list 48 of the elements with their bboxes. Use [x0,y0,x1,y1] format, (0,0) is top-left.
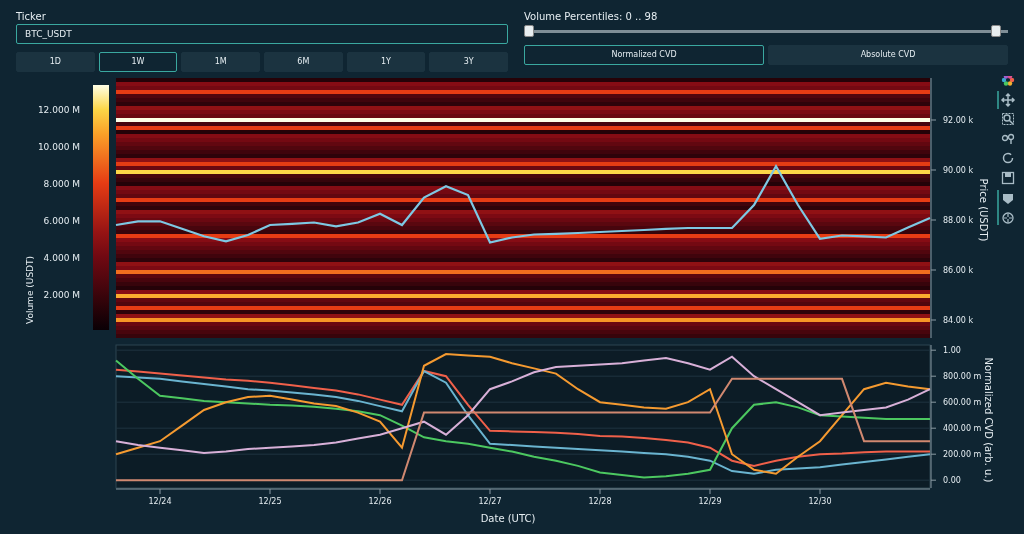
zoom-in-out-icon[interactable] [1001,133,1015,145]
cvd-tick-label: 1.00 [943,346,961,356]
price-axis-title: Price (USDT) [978,178,989,242]
price-tick-label: 92.00 k [943,116,974,125]
colorbar-tick-label: 4.000 M [43,253,80,263]
price-tick-label: 88.00 k [943,216,974,225]
save-icon[interactable] [1001,171,1015,185]
date-tick-label: 12/24 [148,497,172,506]
colorbar-title: Volume (USDT) [25,255,35,325]
date-tick-label: 12/30 [808,497,832,506]
slider-label: Volume Percentiles: 0 .. 98 [524,10,659,24]
ticker-input[interactable]: BTC_USDT [16,24,508,44]
cvd-tick-label: 600.00 m [943,398,982,408]
zoom-icon[interactable] [1002,113,1014,125]
move-icon[interactable] [1000,92,1016,108]
colorbar-tick-label: 6.000 M [43,216,80,226]
date-tick-label: 12/28 [588,497,612,506]
cvd-mode-tab[interactable]: Absolute CVD [768,45,1008,65]
reset-icon[interactable] [1002,152,1014,164]
date-tick-label: 12/25 [258,497,282,506]
cvd-tick-label: 200.00 m [943,450,982,460]
date-tick-label: 12/26 [368,497,392,506]
price-tick-label: 86.00 k [943,266,974,275]
colorbar-tick-label: 10.000 M [37,142,80,152]
date-tick-label: 12/29 [698,497,722,506]
crosshair-icon[interactable] [1002,212,1014,224]
cvd-axis-title: Normalized CVD (arb. u.) [983,357,994,483]
cvd-tick-label: 0.00 [943,476,961,486]
date-axis-title: Date (UTC) [480,513,536,524]
period-tab[interactable]: 1D [16,52,95,72]
period-tab[interactable]: 1W [98,52,178,72]
cvd-mode-tab[interactable]: Normalized CVD [524,45,764,65]
colorbar-tick-label: 12.000 M [37,105,80,115]
colorbar-tick-label: 2.000 M [43,290,80,300]
slider-thumb[interactable] [524,25,534,37]
colorbar-tick-label: 8.000 M [43,179,80,189]
ticker-label: Ticker [16,10,47,24]
period-tab[interactable]: 1Y [346,52,426,72]
slider-thumb[interactable] [990,25,1001,37]
shield-icon[interactable] [1003,194,1013,204]
cvd-tick-label: 800.00 m [943,372,982,382]
price-tick-label: 90.00 k [943,166,974,175]
cvd-tick-label: 400.00 m [943,424,982,434]
period-tab[interactable]: 6M [264,52,343,72]
period-tab[interactable]: 3Y [429,52,509,72]
date-tick-label: 12/27 [478,497,502,506]
price-tick-label: 84.00 k [943,316,974,325]
period-tab[interactable]: 1M [181,52,260,72]
